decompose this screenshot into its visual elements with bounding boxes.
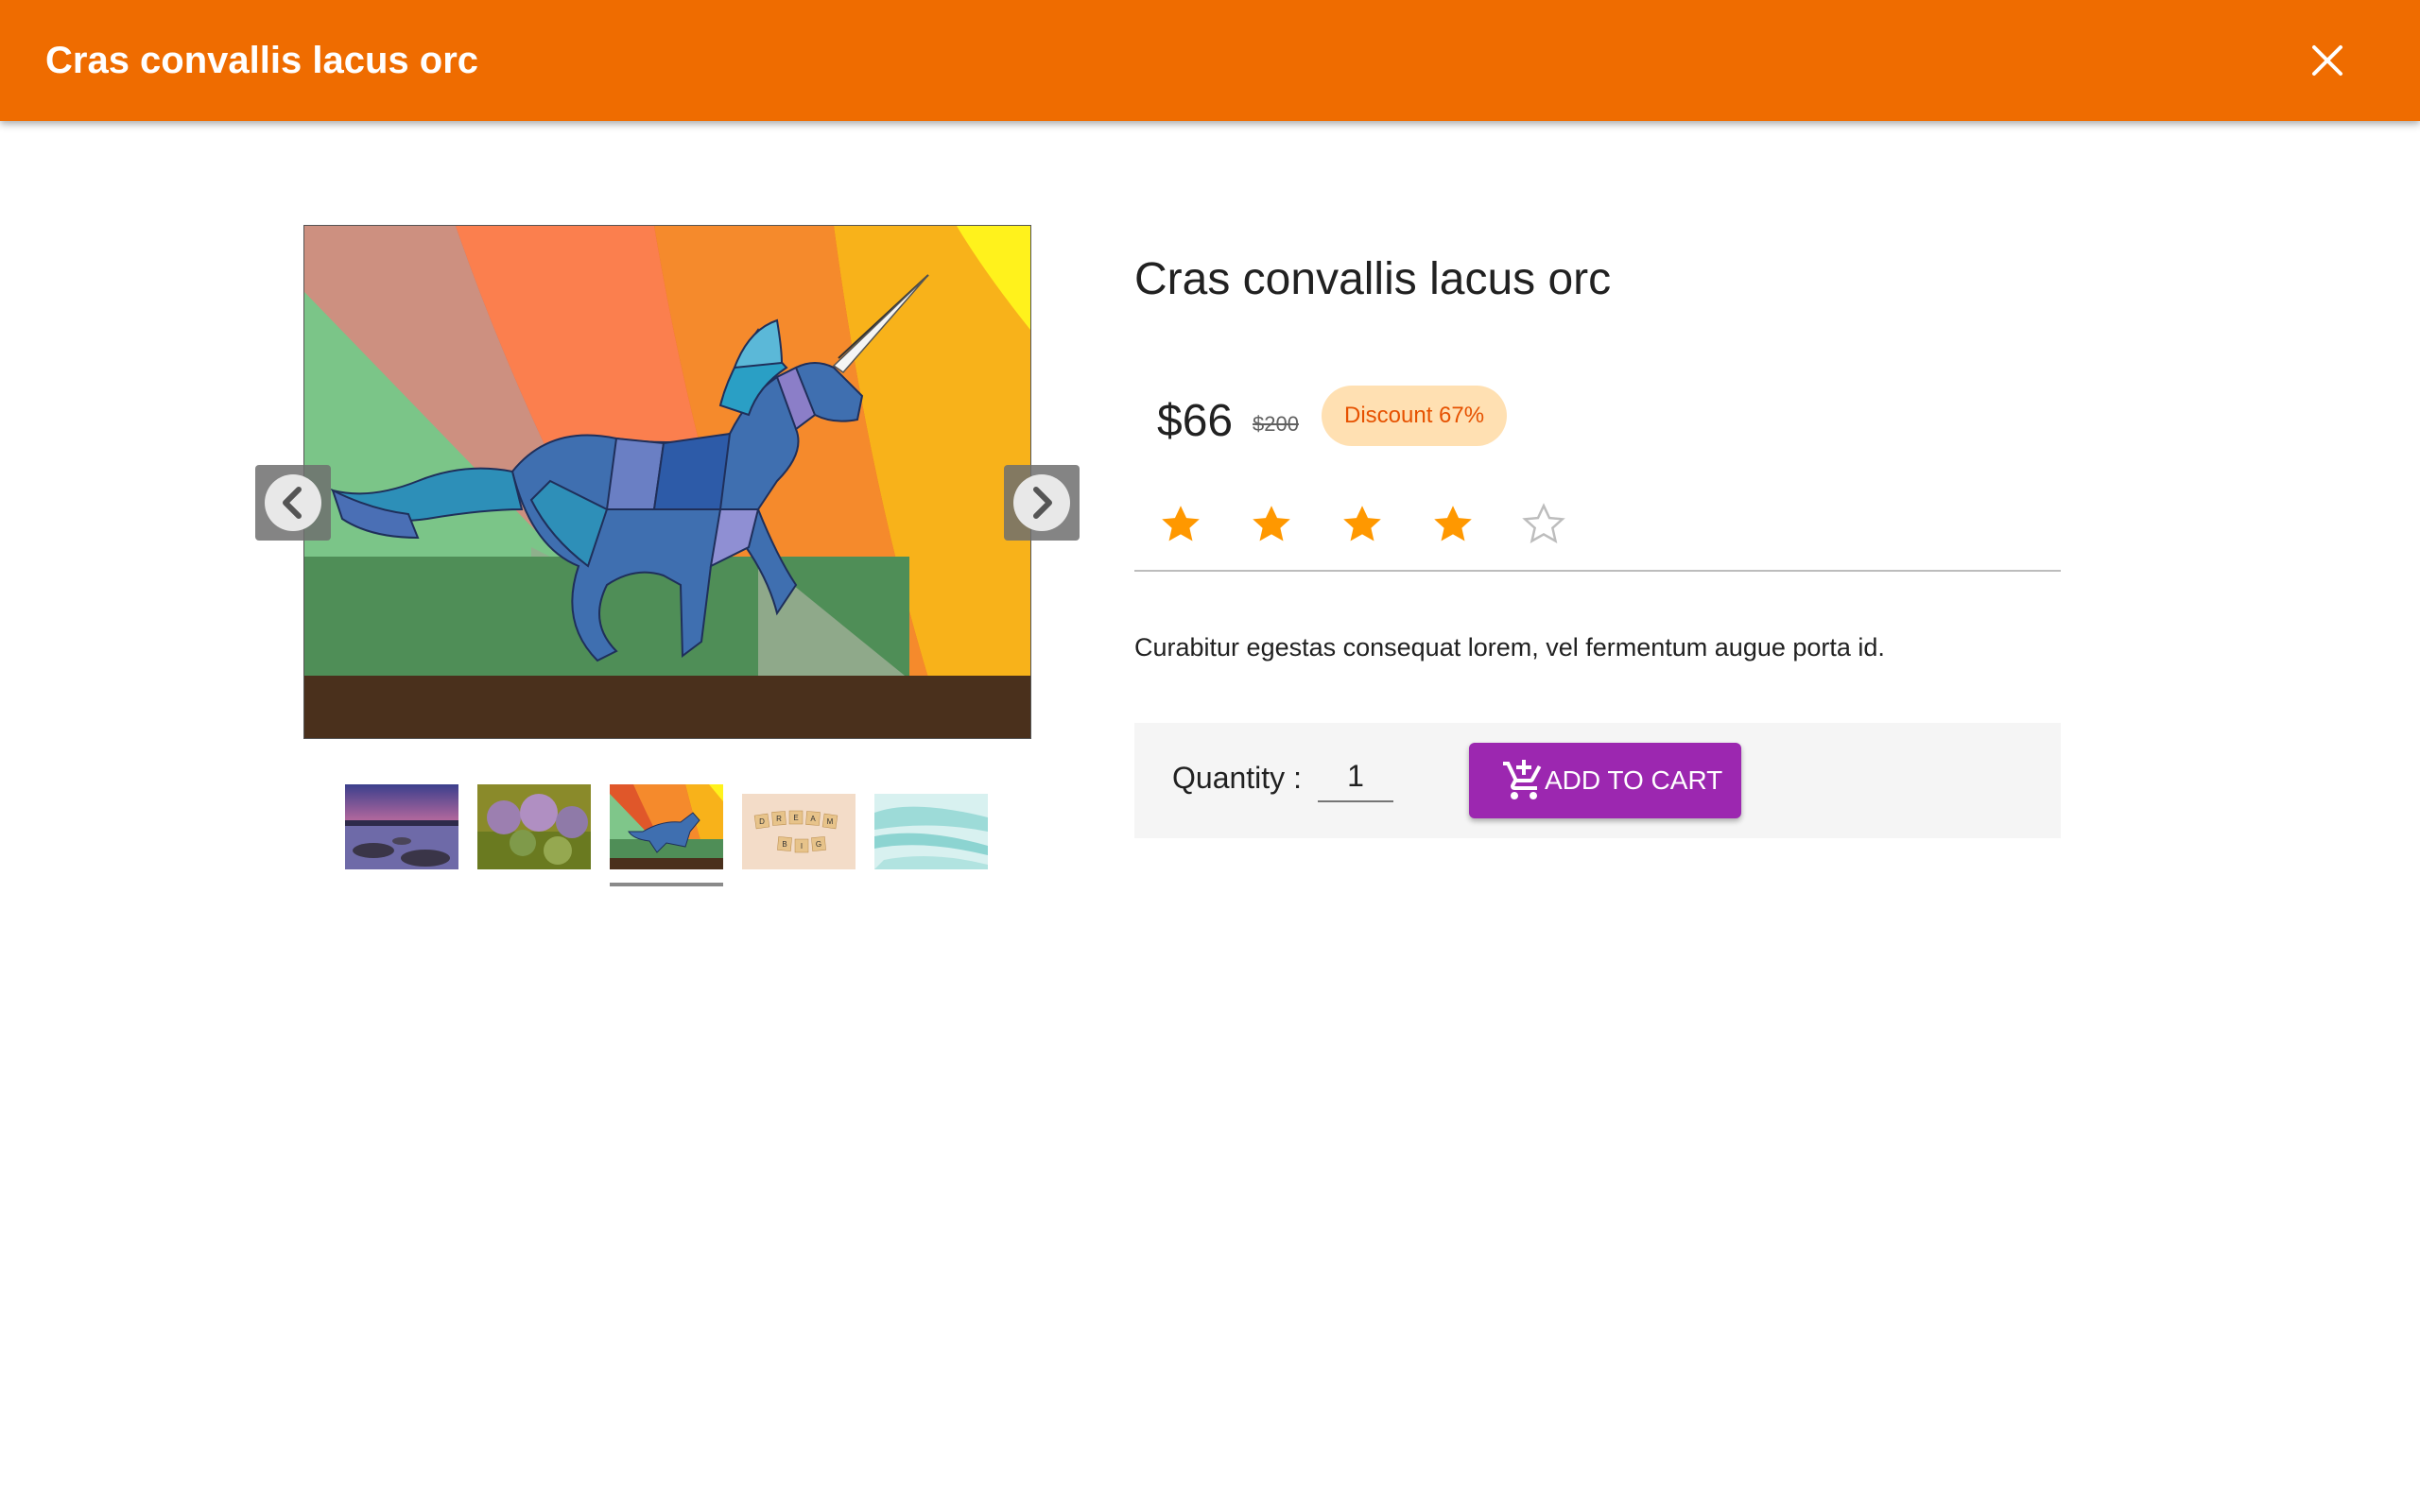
thumbnail-lake-sunset[interactable]: [345, 784, 458, 869]
tile-i: I: [801, 842, 803, 850]
tile-b: B: [782, 840, 786, 849]
star-empty-icon[interactable]: [1520, 501, 1567, 548]
add-to-cart-label: ADD TO CART: [1545, 765, 1723, 795]
selected-thumbnail-indicator: [610, 883, 723, 886]
tile-d: D: [759, 817, 765, 826]
product-description: Curabitur egestas consequat lorem, vel f…: [1134, 633, 1885, 662]
tile-g: G: [816, 840, 821, 849]
star-filled-icon[interactable]: [1157, 501, 1204, 548]
chevron-right-icon: [1013, 474, 1070, 531]
add-to-cart-button[interactable]: ADD TO CART: [1469, 743, 1741, 818]
star-filled-icon[interactable]: [1339, 501, 1386, 548]
quantity-input[interactable]: [1318, 751, 1393, 802]
thumbnail-allium-flowers[interactable]: [477, 784, 591, 869]
tile-m: M: [827, 817, 834, 826]
product-title: Cras convallis lacus orc: [1134, 254, 1612, 304]
header-title: Cras convallis lacus orc: [45, 40, 479, 81]
chevron-left-icon: [265, 474, 321, 531]
tile-r: R: [776, 815, 782, 823]
thumbnail-teal-watercolor[interactable]: [874, 794, 988, 869]
tile-a: A: [810, 815, 816, 823]
thumbnail-unicorn-stained-glass[interactable]: [610, 784, 723, 869]
quantity-label: Quantity :: [1172, 761, 1302, 795]
discount-badge: Discount 67%: [1322, 386, 1508, 446]
original-price: $200: [1253, 412, 1299, 436]
star-filled-icon[interactable]: [1248, 501, 1295, 548]
add-to-cart-bar: Quantity : ADD TO CART: [1134, 723, 2061, 838]
previous-image-button[interactable]: [255, 465, 331, 541]
product-price: $66: [1157, 396, 1234, 446]
add-shopping-cart-icon: [1503, 760, 1542, 799]
divider: [1134, 570, 2061, 572]
thumbnail-dream-big-tiles[interactable]: D R E A M B I G: [742, 794, 856, 869]
close-button[interactable]: [2303, 36, 2352, 85]
next-image-button[interactable]: [1004, 465, 1080, 541]
main-product-image: [303, 225, 1031, 739]
close-icon: [2312, 45, 2342, 76]
app-header: Cras convallis lacus orc: [0, 0, 2420, 121]
tile-e: E: [793, 814, 798, 822]
star-filled-icon[interactable]: [1429, 501, 1477, 548]
